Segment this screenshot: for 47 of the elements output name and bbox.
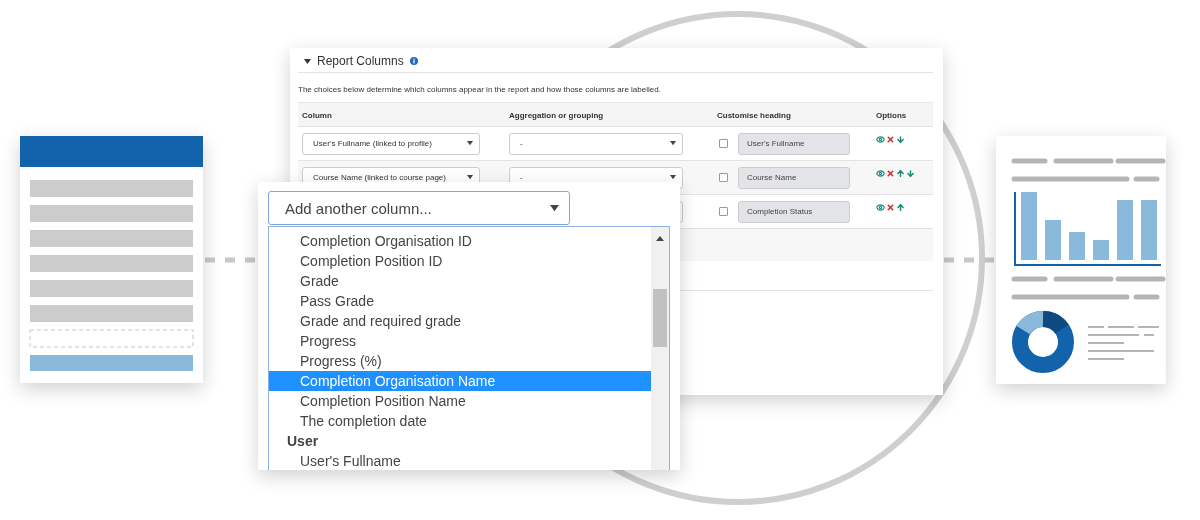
add-column-select[interactable]: Add another column... — [268, 191, 570, 225]
column-select[interactable]: User's Fullname (linked to profile) — [302, 132, 480, 155]
heading-input[interactable]: Completion Status — [738, 200, 850, 223]
scroll-up-icon[interactable] — [656, 236, 664, 241]
close-icon[interactable] — [886, 135, 895, 144]
checkbox[interactable] — [719, 139, 728, 148]
arrow-up-icon[interactable] — [896, 203, 905, 212]
option-item[interactable]: Grade and required grade — [269, 311, 651, 331]
heading-input[interactable]: Course Name — [738, 166, 850, 189]
option-item[interactable]: Completion Position ID — [269, 251, 651, 271]
eye-icon[interactable] — [876, 169, 885, 178]
caret-icon — [670, 175, 676, 180]
heading-input[interactable]: User's Fullname — [738, 132, 850, 155]
eye-icon[interactable] — [876, 203, 885, 212]
option-item[interactable]: Progress (%) — [269, 351, 651, 371]
section-title: Report Columns — [317, 54, 404, 68]
eye-icon[interactable] — [876, 135, 885, 144]
option-item[interactable]: Pass Grade — [269, 291, 651, 311]
group-label: User — [286, 432, 320, 451]
option-item[interactable]: The completion date — [269, 411, 651, 431]
caret-icon — [550, 204, 559, 212]
scroll-thumb[interactable] — [653, 289, 667, 347]
arrow-down-icon[interactable] — [906, 169, 915, 178]
checkbox[interactable] — [719, 207, 728, 216]
option-item[interactable]: User's Fullname — [269, 451, 651, 470]
column-header: Column — [298, 102, 505, 126]
caret-icon — [670, 141, 676, 146]
scrollbar[interactable] — [651, 227, 669, 470]
option-item[interactable]: Grade — [269, 271, 651, 291]
option-item[interactable]: Completion Position Name — [269, 391, 651, 411]
column-header: Options — [872, 102, 933, 126]
collapse-icon[interactable] — [304, 58, 311, 64]
option-item[interactable]: Progress — [269, 331, 651, 351]
column-header: Customise heading — [713, 102, 872, 126]
aggregation-select[interactable]: - — [509, 132, 683, 155]
close-icon[interactable] — [886, 203, 895, 212]
checkbox[interactable] — [719, 173, 728, 182]
connector-line — [205, 257, 258, 263]
arrow-up-icon[interactable] — [896, 169, 905, 178]
caret-icon — [467, 141, 473, 146]
option-item[interactable]: Completion Organisation ID — [269, 231, 651, 251]
close-icon[interactable] — [886, 169, 895, 178]
caret-icon — [467, 175, 473, 180]
description-text: The choices below determine which columns appear in the report and how those columns are labelled. — [298, 85, 662, 94]
info-icon[interactable] — [409, 57, 418, 65]
column-header: Aggregation or grouping — [505, 102, 713, 126]
arrow-down-icon[interactable] — [896, 135, 905, 144]
